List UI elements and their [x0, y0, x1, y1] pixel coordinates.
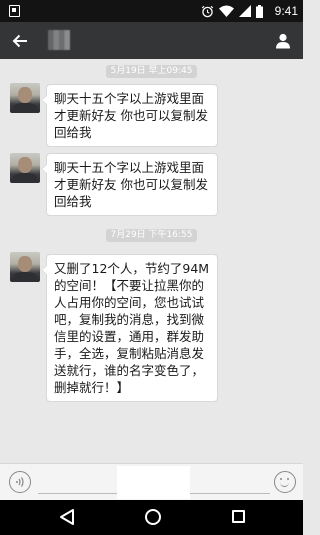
home-circle-icon[interactable]: [145, 509, 161, 525]
emoji-button[interactable]: [274, 471, 296, 493]
message-bubble[interactable]: 聊天十五个字以上游戏里面才更新好友 你也可以复制发回给我: [41, 84, 218, 147]
wifi-icon: [219, 5, 234, 17]
avatar[interactable]: [10, 153, 40, 183]
avatar[interactable]: [10, 252, 40, 282]
arrow-left-icon: [12, 34, 27, 48]
battery-icon: [256, 4, 263, 18]
voice-button[interactable]: [9, 471, 31, 493]
input-bar: [0, 463, 303, 500]
back-button[interactable]: [8, 29, 32, 53]
navigation-bar: [0, 500, 303, 535]
signal-icon: [239, 5, 251, 17]
chat-header: [0, 22, 303, 59]
message-bubble[interactable]: 又删了12个人，节约了94M的空间！【不要让拉黑你的人占用你的空间，您也试试吧，…: [41, 254, 218, 402]
person-icon: [276, 33, 290, 49]
message-text: 又删了12个人，节约了94M的空间！【不要让拉黑你的人占用你的空间，您也试试吧，…: [54, 261, 210, 395]
back-triangle-icon[interactable]: [59, 508, 75, 526]
alarm-icon: [201, 5, 214, 17]
image-notification-icon: [9, 5, 20, 17]
message-text: 聊天十五个字以上游戏里面才更新好友 你也可以复制发回给我: [54, 91, 208, 140]
status-bar: 9:41: [0, 0, 303, 22]
contact-name-blurred: [48, 30, 70, 50]
voice-icon: [16, 477, 24, 487]
avatar[interactable]: [10, 83, 40, 113]
chat-area[interactable]: 5月19日 早上09:45 聊天十五个字以上游戏里面才更新好友 你也可以复制发回…: [0, 59, 303, 463]
message-bubble[interactable]: 聊天十五个字以上游戏里面才更新好友 你也可以复制发回给我: [41, 153, 218, 216]
recents-square-icon[interactable]: [232, 510, 245, 523]
input-overlay: [117, 466, 190, 499]
message-text: 聊天十五个字以上游戏里面才更新好友 你也可以复制发回给我: [54, 160, 208, 209]
timestamp: 5月19日 早上09:45: [105, 65, 198, 78]
status-time: 9:41: [274, 4, 298, 18]
status-icons: [201, 4, 263, 18]
profile-button[interactable]: [271, 29, 295, 53]
timestamp: 7月29日 下午16:55: [105, 229, 198, 242]
